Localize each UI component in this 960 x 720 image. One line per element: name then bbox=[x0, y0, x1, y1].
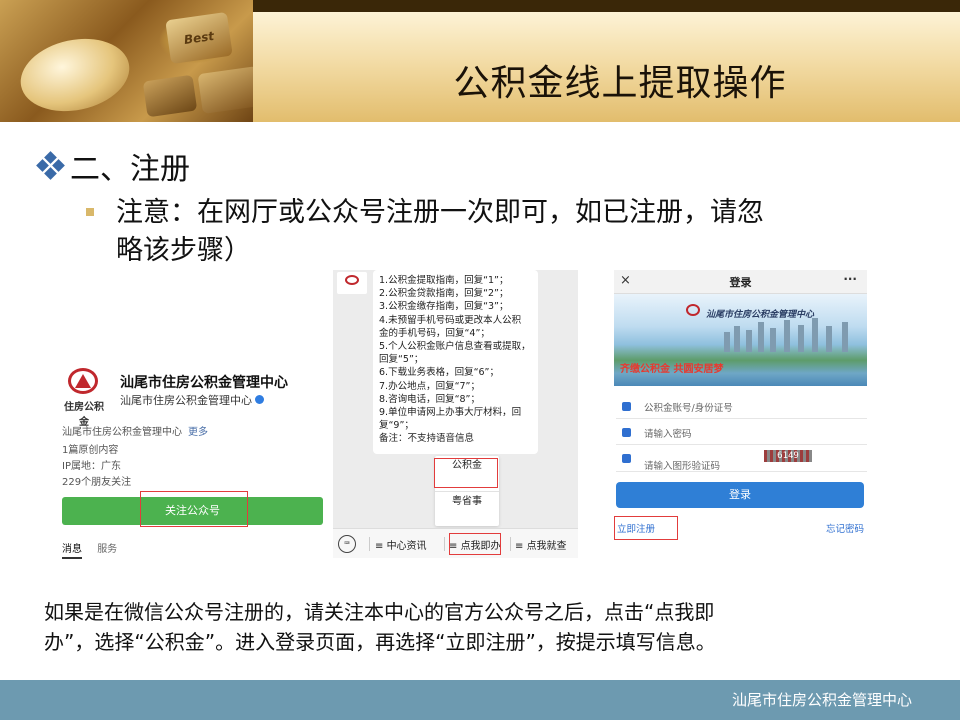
best-key-label: Best bbox=[165, 11, 233, 65]
reply-line: 6.下载业务表格，回复“6”； bbox=[379, 367, 499, 379]
captcha-image[interactable]: 6149 bbox=[764, 450, 812, 462]
header-photo: Best bbox=[0, 0, 253, 122]
account-desc: 汕尾市住房公积金管理中心 更多 bbox=[62, 427, 208, 438]
ip-location: IP属地：广东 bbox=[62, 461, 121, 472]
section-heading: 二、注册 bbox=[36, 144, 190, 188]
account-avatar bbox=[337, 272, 367, 294]
note-line-1: 注意：在网厅或公众号注册一次即可，如已注册，请忽 bbox=[116, 197, 764, 228]
housing-fund-logo-icon: 住房公积金 bbox=[62, 368, 106, 428]
lock-icon bbox=[622, 454, 631, 463]
reply-line: 5.个人公积金账户信息查看或提取， bbox=[379, 341, 531, 353]
highlight-box bbox=[434, 458, 498, 488]
more-link[interactable]: 更多 bbox=[188, 427, 208, 438]
reply-line: 金的手机号码，回复“4”； bbox=[379, 327, 490, 339]
reply-line: 备注：不支持语音信息 bbox=[379, 433, 475, 445]
highlight-box bbox=[140, 491, 248, 527]
profile-tabs: 消息 服务 bbox=[62, 540, 129, 559]
reply-line: 回复“5”； bbox=[379, 354, 424, 366]
login-button[interactable]: 登录 bbox=[616, 482, 864, 508]
reply-line: 4.未预留手机号码或更改本人公积 bbox=[379, 314, 522, 326]
reply-line: 复“9”； bbox=[379, 420, 414, 432]
forgot-password-link[interactable]: 忘记密码 bbox=[826, 521, 864, 535]
reply-line: 9.单位申请网上办事大厅材料，回 bbox=[379, 407, 522, 419]
original-count: 1篇原创内容 bbox=[62, 445, 119, 456]
account-name: 汕尾市住房公积金管理中心 bbox=[120, 375, 288, 391]
caption-line-1: 如果是在微信公众号注册的，请关注本中心的官方公众号之后，点击“点我即 bbox=[44, 600, 715, 624]
account-field[interactable]: 公积金账号/身份证号 bbox=[616, 394, 867, 419]
captcha-placeholder: 请输入图形验证码 bbox=[644, 461, 721, 472]
verified-badge-icon bbox=[255, 395, 264, 404]
keyboard-icon[interactable]: ⌨ bbox=[338, 535, 356, 553]
tab-center-news[interactable]: ≡ 中心资讯 bbox=[375, 537, 427, 552]
tab-services[interactable]: 服务 bbox=[97, 544, 117, 555]
reply-line: 2.公积金贷款指南，回复“2”； bbox=[379, 288, 509, 300]
tab-messages[interactable]: 消息 bbox=[62, 544, 82, 559]
reply-line: 7.办公地点，回复“7”； bbox=[379, 380, 480, 392]
reply-line: 8.咨询电话，回复“8”； bbox=[379, 393, 480, 405]
login-topbar: × 登录 ··· bbox=[614, 270, 867, 294]
tab-check-now[interactable]: ≡ 点我就查 bbox=[515, 537, 567, 552]
banner-slogan: 齐缴公积金 共圆安居梦 bbox=[620, 364, 724, 375]
section-title: 二、注册 bbox=[70, 152, 190, 187]
slide-header: Best 公积金线上提取操作 bbox=[0, 0, 960, 122]
note-bullet: 注意：在网厅或公众号注册一次即可，如已注册，请忽 略该步骤） bbox=[86, 194, 906, 270]
friends-following: 229个朋友关注 bbox=[62, 477, 132, 488]
menu-item-yueshengshi[interactable]: 粤省事 bbox=[435, 491, 499, 526]
login-banner: 汕尾市住房公积金管理中心 齐缴公积金 共圆安居梦 bbox=[614, 294, 867, 386]
highlight-box bbox=[614, 516, 678, 540]
footer-org-name: 汕尾市住房公积金管理中心 bbox=[731, 691, 912, 709]
square-bullet-icon bbox=[86, 208, 94, 216]
chat-menu-bar: ⌨ ≡ 中心资讯 ≡ 点我即办 ≡ 点我就查 bbox=[333, 528, 578, 558]
user-icon bbox=[622, 402, 631, 411]
diamond-bullet-icon bbox=[36, 151, 65, 180]
reply-line: 1.公积金提取指南，回复“1”； bbox=[379, 275, 509, 286]
caption-line-2: 办”，选择“公积金”。进入登录页面，再选择“立即注册”，按提示填写信息。 bbox=[44, 630, 716, 654]
note-line-2: 略该步骤） bbox=[116, 235, 251, 266]
wechat-chat-screenshot: 1.公积金提取指南，回复“1”； 2.公积金贷款指南，回复“2”； 3.公积金缴… bbox=[333, 270, 578, 558]
lock-icon bbox=[622, 428, 631, 437]
caption: 如果是在微信公众号注册的，请关注本中心的官方公众号之后，点击“点我即 办”，选择… bbox=[44, 597, 904, 657]
password-field[interactable]: 请输入密码 bbox=[616, 420, 867, 445]
header-dark-band bbox=[253, 0, 960, 12]
password-placeholder: 请输入密码 bbox=[644, 429, 692, 440]
computer-mouse-image bbox=[13, 29, 137, 121]
slide-footer: 汕尾市住房公积金管理中心 bbox=[0, 680, 960, 720]
page-title: 公积金线上提取操作 bbox=[453, 63, 787, 104]
reply-line: 3.公积金缴存指南，回复“3”； bbox=[379, 301, 509, 313]
more-options-icon[interactable]: ··· bbox=[843, 272, 857, 286]
auto-reply-bubble: 1.公积金提取指南，回复“1”； 2.公积金贷款指南，回复“2”； 3.公积金缴… bbox=[373, 270, 538, 454]
banner-org-name: 汕尾市住房公积金管理中心 bbox=[706, 310, 815, 320]
login-page-screenshot: × 登录 ··· 汕尾市住房公积金管理中心 齐缴公积金 共圆安居梦 公积金账号/… bbox=[614, 270, 867, 544]
keyboard-key-image bbox=[142, 74, 198, 118]
account-subtitle: 汕尾市住房公积金管理中心 bbox=[120, 392, 264, 408]
account-placeholder: 公积金账号/身份证号 bbox=[644, 403, 733, 414]
housing-fund-logo-icon bbox=[686, 304, 700, 316]
login-title: 登录 bbox=[729, 276, 752, 289]
wechat-account-profile-screenshot: 住房公积金 汕尾市住房公积金管理中心 汕尾市住房公积金管理中心 汕尾市住房公积金… bbox=[48, 350, 324, 562]
captcha-field[interactable]: 请输入图形验证码 6149 bbox=[616, 446, 867, 472]
keyboard-key-image bbox=[197, 66, 253, 114]
highlight-box bbox=[449, 533, 501, 555]
